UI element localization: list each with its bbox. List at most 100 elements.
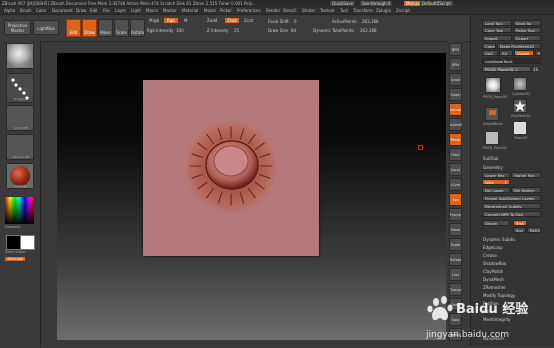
menu-movie[interactable]: Movie	[204, 8, 216, 13]
edgeloop-section[interactable]: EdgeLoop	[483, 245, 503, 250]
menu-zscript[interactable]: Zscript	[396, 8, 410, 13]
rotate-button[interactable]: Rotate	[130, 19, 145, 37]
menu-transform[interactable]: Transform	[353, 8, 373, 13]
copy-tool-button[interactable]: Copy Tool	[482, 27, 512, 33]
dynamic-subdiv-section[interactable]: Dynamic Subdiv	[483, 237, 516, 242]
projection-master-button[interactable]: Projection Master	[4, 20, 31, 35]
spix-button[interactable]: SPix	[449, 58, 462, 71]
menu-marker[interactable]: Marker	[163, 8, 177, 13]
load-tool-button[interactable]: Load Tool	[482, 20, 512, 26]
default-zscript-button[interactable]: DefaultZScript	[420, 1, 453, 6]
focal-shift-value[interactable]: 0	[294, 19, 297, 24]
main-color-swatch[interactable]	[6, 235, 21, 250]
import-button[interactable]: Import	[482, 35, 512, 41]
menu-stroke[interactable]: Stroke	[302, 8, 315, 13]
menu-light[interactable]: Light	[131, 8, 141, 13]
zcut-toggle[interactable]: Zcut	[244, 18, 253, 23]
aahalf-button[interactable]: AAHalf	[449, 118, 462, 131]
menu-preferences[interactable]: Preferences	[237, 8, 261, 13]
menu-alpha[interactable]: Alpha	[4, 8, 15, 13]
linefill-button[interactable]: Line Fill	[449, 268, 462, 290]
menu-picker[interactable]: Picker	[220, 8, 232, 13]
menu-material[interactable]: Material	[182, 8, 198, 13]
material-selector[interactable]: MatCap	[6, 163, 34, 189]
local-button[interactable]: Local	[449, 163, 462, 176]
z-intensity-value[interactable]: 25	[234, 28, 239, 33]
make-polymesh-button[interactable]: Make PolyMesh3D	[497, 43, 541, 49]
menu-tool[interactable]: Tool	[340, 8, 348, 13]
lower-res-button[interactable]: Lower Res	[482, 172, 510, 178]
menu-render[interactable]: Render	[266, 8, 280, 13]
menu-draw[interactable]: Draw	[76, 8, 86, 13]
menu-brush[interactable]: Brush	[20, 8, 32, 13]
r-button[interactable]: R	[535, 50, 541, 56]
floor-button[interactable]: Floor	[449, 148, 462, 161]
color-picker[interactable]	[5, 197, 34, 224]
del-lower-button[interactable]: Del Lower	[482, 187, 510, 193]
reuv-button[interactable]: ReUV	[527, 227, 541, 233]
texture-selector[interactable]: Texture Off	[6, 134, 34, 160]
menu-stencil[interactable]: Stencil	[283, 8, 297, 13]
clone-button[interactable]: Clone	[482, 43, 496, 49]
secondary-color-swatch[interactable]	[20, 235, 35, 250]
current-tool-slider[interactable]: PM3D_Plane3D_1	[482, 66, 531, 72]
stroke-selector[interactable]: DragRect	[6, 73, 34, 103]
claypolish-section[interactable]: ClayPolish	[483, 269, 503, 274]
freeze-subdiv-button[interactable]: Freeze SubDivision Levels	[482, 195, 541, 201]
frame-button[interactable]: Frame	[449, 208, 462, 221]
tool-thumb-polymesh[interactable]	[513, 99, 527, 113]
actual-button[interactable]: Actual	[449, 103, 462, 116]
rgb-intensity-value[interactable]: 100	[176, 28, 184, 33]
lightbox-button[interactable]: LightBox	[33, 20, 59, 35]
lightbox-tools-button[interactable]: Lightbox▸Tools	[482, 58, 541, 64]
move-view-button[interactable]: Move	[449, 223, 462, 236]
menu-document[interactable]: Document	[52, 8, 73, 13]
see-through-slider[interactable]: See-through 0	[360, 1, 393, 6]
quicksave-button[interactable]: QuickSave	[330, 1, 356, 6]
suv-toggle[interactable]: Suv	[513, 227, 526, 233]
smt-toggle[interactable]: Smt	[513, 220, 527, 226]
scale-button[interactable]: Scale	[114, 19, 129, 37]
goz-button[interactable]: GoZ	[482, 50, 498, 56]
tool-thumb-plane3d[interactable]	[513, 121, 527, 135]
persp-button[interactable]: Persp	[449, 133, 462, 146]
tool-thumb-plane[interactable]	[485, 77, 501, 93]
divide-button[interactable]: Divide	[482, 220, 510, 226]
edit-button[interactable]: Edit	[66, 19, 81, 37]
tool-thumb-simplebrush[interactable]	[485, 107, 499, 121]
m-toggle[interactable]: M	[184, 18, 187, 23]
menu-zplugin[interactable]: Zplugin	[376, 8, 391, 13]
reconstruct-subdiv-button[interactable]: Reconstruct Subdiv	[482, 203, 541, 209]
tool-thumb-pm3d[interactable]	[485, 131, 499, 145]
tool-thumb-cylinder[interactable]	[513, 77, 527, 91]
menu-layer[interactable]: Layer	[115, 8, 126, 13]
document-canvas[interactable]	[57, 53, 446, 340]
sdiv-slider[interactable]: SDiv 1	[482, 179, 510, 185]
menu-texture[interactable]: Texture	[320, 8, 335, 13]
del-higher-button[interactable]: Del Higher	[511, 187, 541, 193]
scale-view-button[interactable]: Scale	[449, 238, 462, 251]
zremesher-section[interactable]: ZRemesher	[483, 285, 506, 290]
all-button[interactable]: All	[499, 50, 513, 56]
paste-tool-button[interactable]: Paste Tool	[513, 27, 541, 33]
menu-file[interactable]: File	[103, 8, 110, 13]
brush-selector[interactable]: Standard	[6, 43, 34, 69]
zadd-toggle[interactable]: Zadd	[207, 18, 217, 23]
rotate-view-button[interactable]: Rotate	[449, 253, 462, 266]
xyz-button[interactable]: Xyz	[449, 193, 462, 206]
draw-size-value[interactable]: 64	[291, 28, 296, 33]
switchcolor-button[interactable]: SwitchColor	[5, 250, 33, 254]
geometry-section[interactable]: Geometry	[483, 165, 503, 170]
save-as-button[interactable]: Save As	[513, 20, 541, 26]
mrgb-toggle[interactable]: Mrgb	[149, 18, 159, 23]
dynamesh-section[interactable]: DynaMesh	[483, 277, 504, 282]
convert-bpr-button[interactable]: Convert BPR To Geo	[482, 211, 541, 217]
crease-section[interactable]: Crease	[483, 253, 497, 258]
menu-macro[interactable]: Macro	[146, 8, 158, 13]
menu-edit[interactable]: Edit	[90, 8, 98, 13]
alpha-selector[interactable]: Alpha Off	[6, 105, 34, 131]
menu-color[interactable]: Color	[36, 8, 46, 13]
menus-toggle[interactable]: Menus	[404, 1, 422, 6]
rgb-toggle[interactable]: Rgb	[164, 18, 178, 23]
draw-button[interactable]: Draw	[82, 19, 97, 37]
